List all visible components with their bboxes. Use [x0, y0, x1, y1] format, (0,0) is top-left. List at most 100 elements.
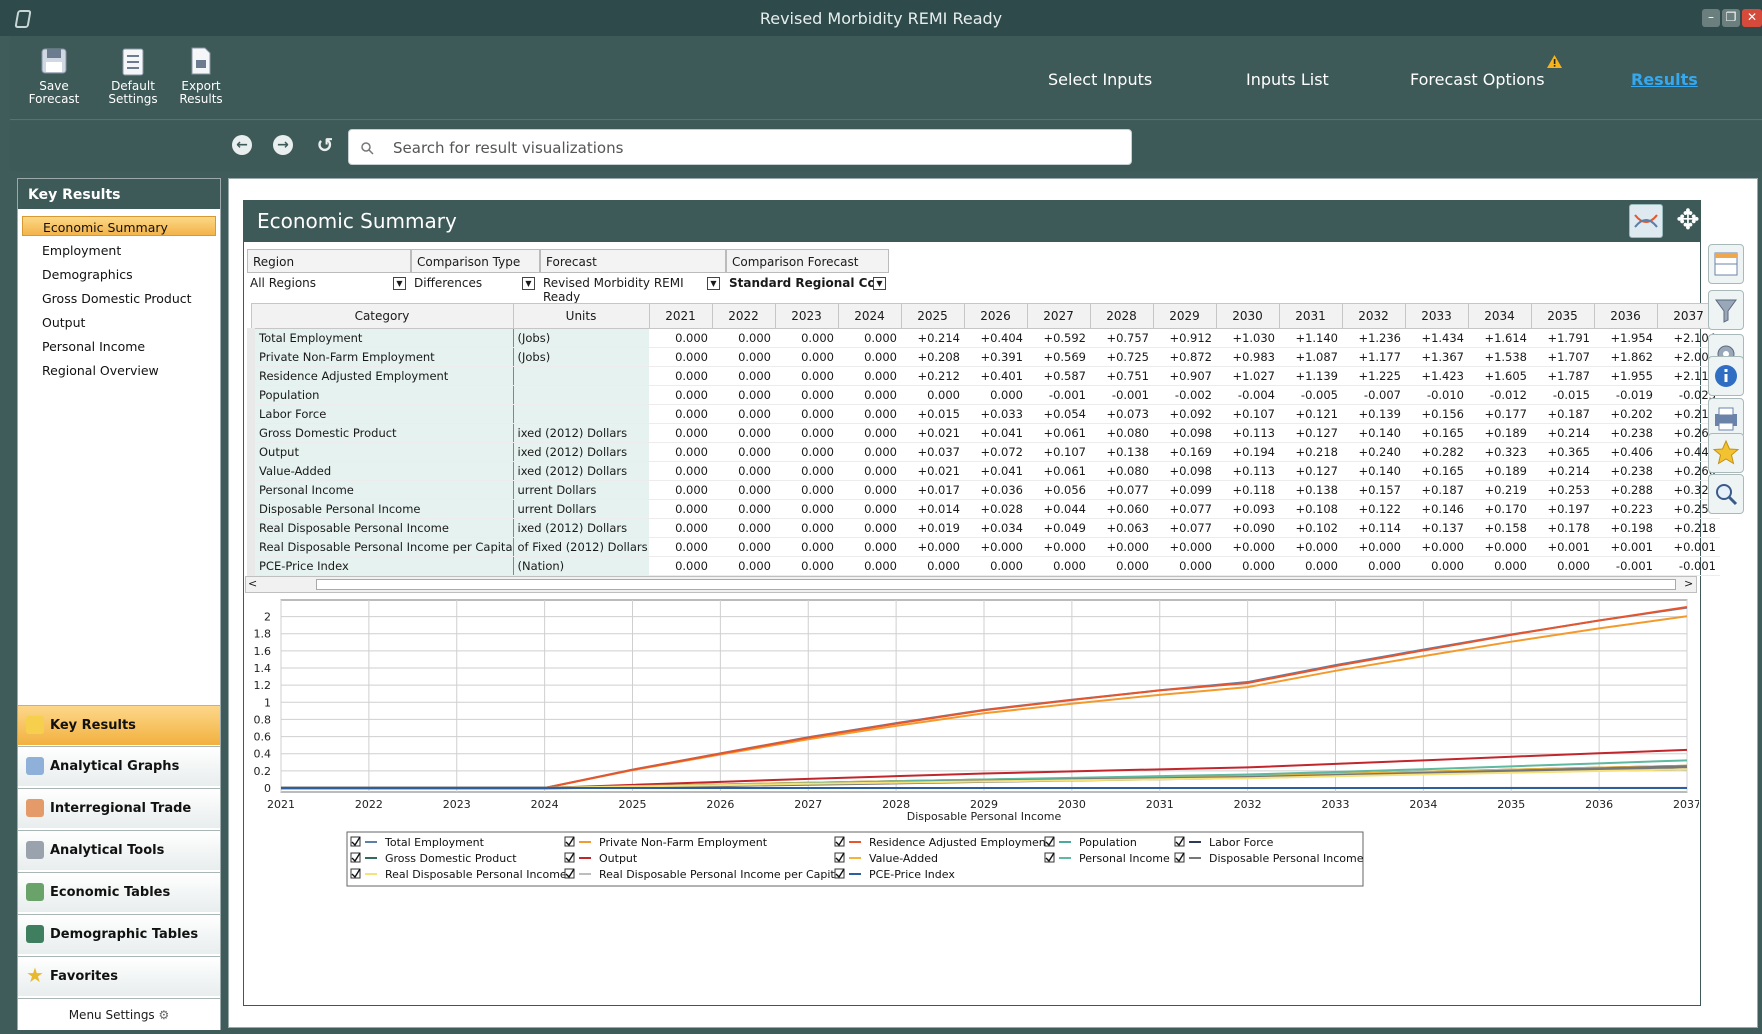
table-row[interactable]: Personal Income urrent Dollars 0.000 0.000 0… [247, 480, 1720, 500]
table-cell: +0.000 [1405, 537, 1468, 557]
column-header-units[interactable]: Units [512, 303, 650, 329]
nav-forecast-options[interactable]: Forecast Options [1410, 70, 1545, 89]
column-header-year[interactable]: 2031 [1278, 303, 1343, 329]
table-cell: +0.021 [901, 423, 964, 443]
export-results-button[interactable]: Export Results [166, 46, 236, 106]
column-header-year[interactable]: 2028 [1089, 303, 1154, 329]
table-cell: +1.236 [1342, 328, 1405, 348]
comparison-type-select[interactable]: Differences [411, 274, 531, 293]
table-cell: +0.177 [1468, 404, 1531, 424]
row-units [512, 366, 649, 386]
column-header-year[interactable]: 2030 [1215, 303, 1280, 329]
table-row[interactable]: Total Employment (Jobs) 0.000 0.000 0.000 0.0… [247, 328, 1720, 348]
table-row[interactable]: Gross Domestic Product ixed (2012) Dollar… [247, 423, 1720, 443]
table-row[interactable]: Residence Adjusted Employment 0.000 0.000 0… [247, 366, 1720, 386]
minimize-button[interactable]: – [1702, 9, 1720, 27]
table-cell: +0.014 [901, 499, 964, 519]
table-chart-icon[interactable] [1708, 244, 1744, 284]
scroll-left-icon[interactable]: < [248, 577, 257, 590]
zoom-icon[interactable] [1708, 474, 1744, 514]
info-icon[interactable] [1708, 356, 1744, 396]
sidebar-item-output[interactable]: Output [22, 312, 216, 332]
table-cell: +0.073 [1090, 404, 1153, 424]
table-row[interactable]: Real Disposable Personal Income per Capi… [247, 537, 1720, 557]
move-icon[interactable]: ✥ [1671, 204, 1705, 238]
category-interregional-trade[interactable]: Interregional Trade [18, 788, 220, 828]
nav-inputs-list[interactable]: Inputs List [1246, 70, 1329, 89]
sidebar-item-economic-summary[interactable]: Economic Summary [22, 216, 216, 236]
table-cell: +0.214 [1531, 423, 1594, 443]
sidebar-item-regional-overview[interactable]: Regional Overview [22, 360, 216, 380]
table-row[interactable]: Labor Force 0.000 0.000 0.000 0.000 +0.015 +0.… [247, 404, 1720, 424]
table-cell: +0.000 [1468, 537, 1531, 557]
category-favorites[interactable]: ★ Favorites [18, 956, 220, 996]
table-row[interactable]: Population 0.000 0.000 0.000 0.000 0.000 0.000… [247, 385, 1720, 405]
sidebar-item-gdp[interactable]: Gross Domestic Product [22, 288, 216, 308]
comparison-forecast-select[interactable]: Standard Regional Cont [726, 274, 874, 293]
table-cell: 0.000 [838, 461, 901, 481]
category-analytical-tools[interactable]: Analytical Tools [18, 830, 220, 870]
table-cell: 0.000 [838, 385, 901, 405]
category-demographic-tables[interactable]: Demographic Tables [18, 914, 220, 954]
close-button[interactable]: ✕ [1742, 9, 1762, 27]
column-header-year[interactable]: 2032 [1341, 303, 1406, 329]
column-header-year[interactable]: 2022 [711, 303, 776, 329]
column-header-year[interactable]: 2025 [900, 303, 965, 329]
column-header-year[interactable]: 2021 [648, 303, 713, 329]
column-header-year[interactable]: 2033 [1404, 303, 1469, 329]
x-tick-label: 2032 [1234, 798, 1262, 811]
table-row[interactable]: PCE-Price Index (Nation) 0.000 0.000 0.000 0.… [247, 556, 1720, 576]
column-header-year[interactable]: 2035 [1530, 303, 1595, 329]
forward-arrow-icon[interactable]: → [273, 135, 293, 155]
horizontal-scrollbar[interactable]: < > [245, 576, 1697, 593]
table-row[interactable]: Value-Added ixed (2012) Dollars 0.000 0.000… [247, 461, 1720, 481]
column-header-year[interactable]: 2029 [1152, 303, 1217, 329]
filter-icon[interactable] [1708, 290, 1744, 330]
table-cell: 0.000 [649, 328, 712, 348]
category-analytical-graphs[interactable]: Analytical Graphs [18, 746, 220, 786]
chevron-down-icon[interactable]: ▼ [393, 277, 406, 290]
category-economic-tables[interactable]: Economic Tables [18, 872, 220, 912]
table-cell: +0.725 [1090, 347, 1153, 367]
table-row[interactable]: Output ixed (2012) Dollars 0.000 0.000 0.000… [247, 442, 1720, 462]
favorite-star-icon[interactable] [1708, 433, 1744, 473]
column-header-year[interactable]: 2036 [1593, 303, 1658, 329]
column-header-category[interactable]: Category [250, 303, 514, 329]
print-icon[interactable] [1708, 398, 1744, 438]
column-header-year[interactable]: 2024 [837, 303, 902, 329]
column-header-year[interactable]: 2027 [1026, 303, 1091, 329]
restore-button[interactable]: ❐ [1722, 9, 1740, 27]
forecast-select[interactable]: Revised Morbidity REMI Ready [540, 274, 715, 304]
table-cell: +0.178 [1531, 518, 1594, 538]
default-settings-button[interactable]: Default Settings [98, 48, 168, 106]
table-cell: 0.000 [712, 480, 775, 500]
chevron-down-icon[interactable]: ▼ [522, 277, 535, 290]
table-row[interactable]: Private Non-Farm Employment (Jobs) 0.000 0.… [247, 347, 1720, 367]
history-icon[interactable]: ↺ [315, 135, 335, 155]
scrollbar-thumb[interactable] [316, 579, 1676, 590]
save-forecast-button[interactable]: Save Forecast [16, 46, 92, 106]
chevron-down-icon[interactable]: ▼ [873, 277, 886, 290]
table-row[interactable]: Disposable Personal Income urrent Dollars… [247, 499, 1720, 519]
sidebar-item-demographics[interactable]: Demographics [22, 264, 216, 284]
chart-toggle-icon[interactable] [1629, 204, 1663, 238]
search-input[interactable]: Search for result visualizations [348, 129, 1132, 165]
table-row[interactable]: Real Disposable Personal Income ixed (201… [247, 518, 1720, 538]
category-key-results[interactable]: Key Results [18, 705, 220, 745]
table-cell: 0.000 [712, 366, 775, 386]
nav-select-inputs[interactable]: Select Inputs [1048, 70, 1152, 89]
table-cell: +1.367 [1405, 347, 1468, 367]
nav-results[interactable]: Results [1631, 70, 1698, 89]
column-header-year[interactable]: 2023 [774, 303, 839, 329]
region-select[interactable]: All Regions [247, 274, 407, 293]
menu-settings-button[interactable]: Menu Settings ⚙ [18, 998, 220, 1030]
scroll-right-icon[interactable]: > [1684, 577, 1693, 590]
sidebar-item-employment[interactable]: Employment [22, 240, 216, 260]
table-cell: +0.157 [1342, 480, 1405, 500]
chevron-down-icon[interactable]: ▼ [707, 277, 720, 290]
column-header-year[interactable]: 2026 [963, 303, 1028, 329]
sidebar-item-personal-income[interactable]: Personal Income [22, 336, 216, 356]
back-arrow-icon[interactable]: ← [232, 135, 252, 155]
column-header-year[interactable]: 2034 [1467, 303, 1532, 329]
tools-icon [26, 841, 44, 859]
